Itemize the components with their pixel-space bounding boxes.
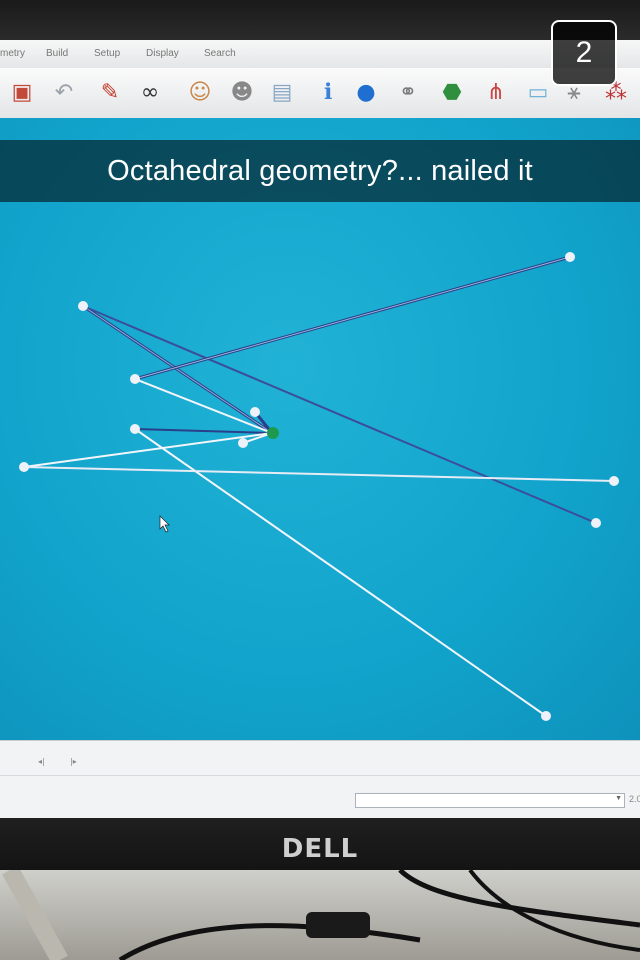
next-frame-button[interactable]: |▸ xyxy=(70,757,77,766)
menu-bar: metry Build Setup Display Search xyxy=(0,40,640,68)
ligand-atom[interactable] xyxy=(19,462,29,472)
ligand-atom[interactable] xyxy=(609,476,619,486)
ligand-atom[interactable] xyxy=(238,438,248,448)
surface-icon[interactable]: ⬣ xyxy=(436,76,468,110)
bond-2 xyxy=(82,305,597,524)
status-dropdown[interactable]: ▼ xyxy=(355,793,625,808)
status-bar: ◂| |▸ ▼ 2.0 xyxy=(0,740,640,818)
ligand-atom[interactable] xyxy=(565,252,575,262)
monitor-bezel-bottom: DELL xyxy=(0,818,640,870)
desk-background xyxy=(0,870,640,960)
previous-frame-button[interactable]: ◂| xyxy=(38,757,45,766)
info-blue-icon[interactable]: ● xyxy=(350,76,382,110)
bond-group xyxy=(23,255,615,717)
menu-item-search[interactable]: Search xyxy=(204,48,236,59)
undo-icon[interactable]: ↶ xyxy=(48,76,80,110)
menu-item-build[interactable]: Build xyxy=(46,48,68,59)
snap-timer-badge: 2 xyxy=(551,20,617,86)
status-divider xyxy=(0,775,640,776)
window-icon[interactable]: ▤ xyxy=(266,76,298,110)
toolbar: ▣ ↶ ✎ ∞ ☺ ☻ ▤ ℹ ● ⚭ ⬣ ⋔ ▭ ⚹ ⁂ xyxy=(0,68,640,119)
menu-item-display[interactable]: Display xyxy=(146,48,179,59)
bond-1-highlight xyxy=(82,305,273,434)
ligand-atom[interactable] xyxy=(250,407,260,417)
molecule-drawing xyxy=(19,252,619,721)
snap-caption-bar: Octahedral geometry?... nailed it xyxy=(0,140,640,202)
plane-icon[interactable]: ▭ xyxy=(522,76,554,110)
bond-5 xyxy=(134,428,273,434)
ligand-atom[interactable] xyxy=(541,711,551,721)
snap-timer-value: 2 xyxy=(575,36,593,69)
mouse-cursor-icon xyxy=(159,515,170,533)
ligand-atom[interactable] xyxy=(130,374,140,384)
spectrum-icon[interactable]: ⋔ xyxy=(480,76,512,110)
person-icon[interactable]: ☺ xyxy=(184,76,216,110)
ligand-atom[interactable] xyxy=(130,424,140,434)
info-icon[interactable]: ℹ xyxy=(312,76,344,110)
edit-icon[interactable]: ✎ xyxy=(94,76,126,110)
ligand-atom[interactable] xyxy=(591,518,601,528)
molecule-icon[interactable]: ⚭ xyxy=(392,76,424,110)
bond-3-highlight xyxy=(134,256,571,380)
bond-8 xyxy=(23,466,615,482)
person-gray-icon[interactable]: ☻ xyxy=(226,76,258,110)
menu-item-setup[interactable]: Setup xyxy=(94,48,120,59)
chevron-down-icon: ▼ xyxy=(615,795,622,802)
desk-cables xyxy=(2,870,640,960)
ligand-atom[interactable] xyxy=(78,301,88,311)
central-metal-atom[interactable] xyxy=(267,427,279,439)
monitor-bezel-top xyxy=(0,0,640,40)
menu-item-geometry[interactable]: metry xyxy=(0,48,25,59)
save-icon[interactable]: ▣ xyxy=(6,76,38,110)
glasses-icon[interactable]: ∞ xyxy=(134,76,166,110)
status-value: 2.0 xyxy=(629,794,640,804)
snap-caption-text: Octahedral geometry?... nailed it xyxy=(107,154,533,187)
monitor-brand-logo: DELL xyxy=(281,834,359,864)
molecule-viewport[interactable] xyxy=(0,118,640,740)
